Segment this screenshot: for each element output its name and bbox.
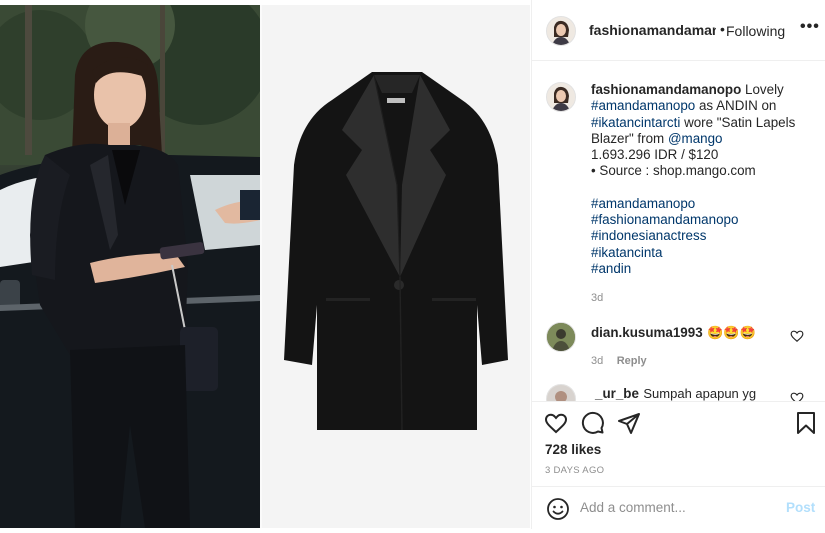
caption-price: 1.693.296 IDR / $120: [591, 147, 719, 163]
bookmark-icon[interactable]: [794, 411, 818, 435]
comment-like-icon[interactable]: [790, 329, 804, 343]
comment-row: _ur_be Sumpah apapun yg: [595, 385, 795, 401]
comment-username[interactable]: _ur_be: [595, 386, 639, 401]
caption-time[interactable]: 3d: [591, 290, 815, 306]
comment-icon[interactable]: [581, 411, 605, 435]
share-icon[interactable]: [617, 411, 641, 435]
comments-area[interactable]: fashionamandamanopo Lovely #amandamanopo…: [532, 61, 825, 401]
likes-count[interactable]: 728 likes: [545, 442, 601, 457]
following-button[interactable]: Following: [726, 23, 785, 39]
post-caption: fashionamandamanopo Lovely #amandamanopo…: [591, 82, 815, 307]
post-side-panel: fashionamandamanopo • Following ••• fash…: [531, 0, 825, 529]
caption-username[interactable]: fashionamandamanopo: [591, 82, 741, 97]
emoji-icon[interactable]: [546, 497, 570, 521]
add-comment-input[interactable]: [580, 500, 780, 515]
hashtag-link[interactable]: #indonesianactress: [591, 228, 815, 244]
commenter-avatar[interactable]: [546, 322, 576, 352]
post-header: fashionamandamanopo • Following •••: [532, 0, 825, 61]
add-comment-bar: Post: [532, 486, 825, 530]
blazer-product-photo: [262, 5, 530, 528]
comment-time[interactable]: 3d: [591, 355, 603, 367]
actress-photo: [0, 5, 260, 528]
header-separator: •: [720, 21, 725, 37]
comment-username[interactable]: dian.kusuma1993: [591, 325, 703, 340]
post-media[interactable]: [0, 5, 530, 528]
comment-text: Sumpah apapun yg: [643, 386, 757, 401]
comment-text: 🤩🤩🤩: [707, 325, 756, 340]
reply-button[interactable]: Reply: [617, 355, 647, 367]
heart-icon[interactable]: [544, 411, 568, 435]
comment-meta: 3d Reply: [591, 351, 647, 369]
hashtag-link[interactable]: #ikatancintarcti: [591, 115, 680, 130]
comment-row: dian.kusuma1993 🤩🤩🤩: [591, 324, 791, 342]
author-avatar[interactable]: [546, 16, 576, 46]
instagram-post: fashionamandamanopo • Following ••• fash…: [0, 0, 825, 529]
post-time-ago: 3 DAYS AGO: [545, 465, 605, 476]
hashtag-link[interactable]: #amandamanopo: [591, 98, 695, 113]
caption-text-1: Lovely: [745, 82, 784, 97]
hashtag-link[interactable]: #amandamanopo: [591, 196, 815, 212]
caption-text-2: as ANDIN on: [698, 98, 777, 114]
more-horizontal-icon[interactable]: •••: [800, 18, 820, 36]
caption-source: • Source : shop.mango.com: [591, 163, 756, 179]
comment-like-icon[interactable]: [790, 391, 804, 401]
hashtag-link[interactable]: #ikatancinta: [591, 245, 815, 261]
caption-avatar[interactable]: [546, 82, 576, 112]
post-actions: 728 likes 3 DAYS AGO: [532, 401, 825, 487]
hashtag-link[interactable]: #andin: [591, 261, 815, 277]
post-comment-button[interactable]: Post: [786, 500, 815, 515]
commenter-avatar[interactable]: [546, 384, 576, 401]
author-username[interactable]: fashionamandamanopo: [589, 22, 716, 38]
mention-link[interactable]: @mango: [668, 131, 723, 146]
hashtag-link[interactable]: #fashionamandamanopo: [591, 212, 815, 228]
